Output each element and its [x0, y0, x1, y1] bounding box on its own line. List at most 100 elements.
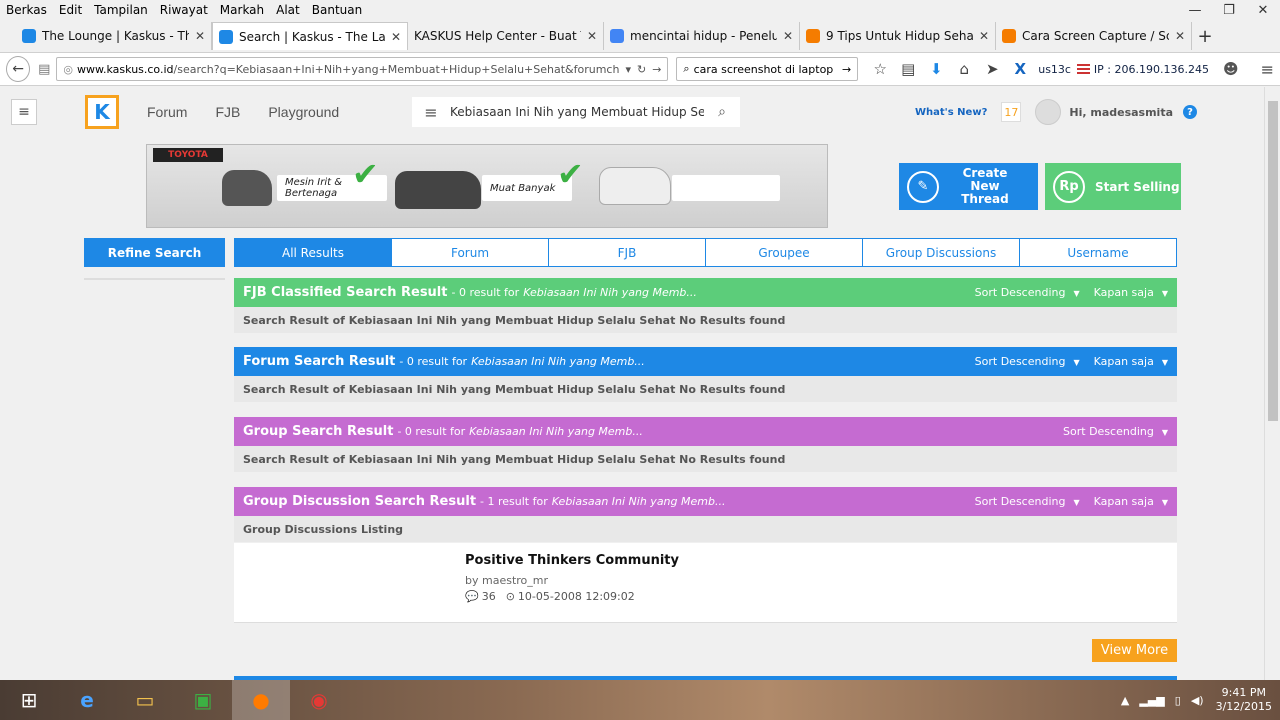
time-dropdown[interactable]: Kapan saja ▼ — [1094, 286, 1168, 299]
close-tab-icon[interactable]: ✕ — [195, 29, 205, 43]
home-icon[interactable]: ⌂ — [950, 60, 978, 78]
menu-bantuan[interactable]: Bantuan — [306, 3, 368, 17]
create-thread-button[interactable]: ✎ Create New Thread — [899, 163, 1038, 210]
tab-forum[interactable]: Forum — [392, 239, 549, 266]
help-icon[interactable]: ? — [1183, 105, 1198, 119]
start-selling-button[interactable]: Rp Start Selling — [1045, 163, 1181, 210]
tray-arrow-icon[interactable]: ▲ — [1121, 694, 1129, 707]
author-link[interactable]: by maestro_mr — [465, 574, 548, 587]
kaskus-search-bar[interactable]: ≡ Kebiasaan Ini Nih yang Membuat Hidup S… — [412, 97, 740, 127]
time-dropdown[interactable]: Kapan saja ▼ — [1094, 355, 1168, 368]
comment-icon: 💬 — [465, 590, 479, 603]
download-icon[interactable]: ⬇ — [922, 60, 950, 78]
browser-tab-active[interactable]: Search | Kaskus - The Large...✕ — [212, 22, 408, 50]
reading-list-icon[interactable]: ▤ — [894, 60, 922, 78]
x-extension-icon[interactable]: X — [1006, 60, 1034, 78]
chrome-icon[interactable]: ◉ — [290, 680, 348, 720]
menu-riwayat[interactable]: Riwayat — [154, 3, 214, 17]
file-explorer-icon[interactable]: ▭ — [116, 680, 174, 720]
avatar[interactable] — [1035, 99, 1062, 125]
clock[interactable]: 9:41 PM 3/12/2015 — [1216, 686, 1272, 714]
user-greeting[interactable]: Hi, madesasmita — [1069, 106, 1173, 119]
close-tab-icon[interactable]: ✕ — [979, 29, 989, 43]
tab-fjb[interactable]: FJB — [549, 239, 706, 266]
menu-icon[interactable]: ≡ — [1261, 60, 1274, 79]
browser-tab[interactable]: Cara Screen Capture / Scre...✕ — [996, 22, 1192, 50]
toyota-logo: TOYOTA — [153, 148, 223, 162]
maximize-button[interactable]: ❐ — [1212, 0, 1246, 20]
globe-icon: ◎ — [63, 62, 74, 76]
blogger-favicon-icon — [1002, 29, 1016, 43]
browser-tab[interactable]: 9 Tips Untuk Hidup Sehat ...✕ — [800, 22, 996, 50]
kaskus-search-input[interactable]: Kebiasaan Ini Nih yang Membuat Hidup Sel… — [450, 105, 704, 119]
menu-markah[interactable]: Markah — [214, 3, 270, 17]
chevron-down-icon: ▼ — [1073, 289, 1080, 298]
tab-group-discussions[interactable]: Group Discussions — [863, 239, 1020, 266]
chevron-down-icon: ▼ — [1073, 498, 1080, 507]
nav-fjb[interactable]: FJB — [215, 104, 240, 120]
go-arrow-icon[interactable]: → — [652, 63, 661, 76]
ip-user: us13c — [1038, 62, 1071, 76]
close-window-button[interactable]: ✕ — [1246, 0, 1280, 20]
firefox-icon[interactable]: ● — [232, 680, 290, 720]
whats-new-link[interactable]: What's New? — [915, 107, 987, 118]
car-image — [599, 167, 671, 205]
minimize-button[interactable]: — — [1178, 0, 1212, 20]
refine-search-button[interactable]: Refine Search — [84, 238, 225, 267]
group-name-link[interactable]: Positive Thinkers Community — [465, 553, 679, 568]
browser-search-input[interactable]: ⌕ cara screenshot di laptop → — [676, 57, 859, 81]
result-count: - 0 result for — [397, 425, 466, 438]
dropdown-arrow-icon[interactable]: ▾ — [625, 63, 631, 76]
close-tab-icon[interactable]: ✕ — [783, 29, 793, 43]
volume-icon[interactable]: ◀) — [1191, 694, 1204, 707]
send-icon[interactable]: ➤ — [978, 60, 1006, 78]
section-header: Group Discussion Search Result - 1 resul… — [234, 487, 1177, 516]
sort-dropdown[interactable]: Sort Descending ▼ — [1063, 425, 1168, 438]
new-tab-button[interactable]: + — [1192, 22, 1218, 50]
smiley-icon[interactable]: ☻ — [1223, 60, 1239, 78]
browser-tab[interactable]: The Lounge | Kaskus - The ...✕ — [16, 22, 212, 50]
sort-dropdown[interactable]: Sort Descending ▼ — [975, 286, 1080, 299]
close-tab-icon[interactable]: ✕ — [391, 30, 401, 44]
sort-dropdown[interactable]: Sort Descending ▼ — [975, 355, 1080, 368]
kaskus-header: ≡ K Forum FJB Playground ≡ Kebiasaan Ini… — [0, 87, 1264, 137]
view-more-button[interactable]: View More — [1092, 639, 1177, 662]
bookmark-star-icon[interactable]: ☆ — [866, 60, 894, 78]
browser-tab[interactable]: mencintai hidup - Penelus...✕ — [604, 22, 800, 50]
toyota-ad-banner[interactable]: TOYOTA Mesin Irit & Bertenaga ✔ Muat Ban… — [146, 144, 828, 228]
tab-all-results[interactable]: All Results — [235, 239, 392, 266]
back-button[interactable]: ← — [6, 56, 31, 82]
tab-groupee[interactable]: Groupee — [706, 239, 863, 266]
browser-tab[interactable]: KASKUS Help Center - Buat Thr...✕ — [408, 22, 604, 50]
browser-nav-bar: ← ▤ ◎ www.kaskus.co.id/search?q=Kebiasaa… — [0, 52, 1280, 86]
identity-icon[interactable]: ▤ — [38, 62, 50, 77]
ip-address: IP : 206.190.136.245 — [1093, 62, 1209, 76]
close-tab-icon[interactable]: ✕ — [1175, 29, 1185, 43]
menu-edit[interactable]: Edit — [53, 3, 88, 17]
search-icon[interactable]: ⌕ — [704, 104, 740, 120]
store-icon[interactable]: ▣ — [174, 680, 232, 720]
menu-alat[interactable]: Alat — [270, 3, 306, 17]
search-query: Kebiasaan Ini Nih yang Memb... — [469, 425, 643, 438]
notification-badge[interactable]: 17 — [1001, 102, 1022, 122]
address-bar[interactable]: ◎ www.kaskus.co.id/search?q=Kebiasaan+In… — [56, 57, 669, 81]
menu-berkas[interactable]: Berkas — [0, 3, 53, 17]
nav-forum[interactable]: Forum — [147, 104, 187, 120]
nav-playground[interactable]: Playground — [268, 104, 339, 120]
sort-dropdown[interactable]: Sort Descending ▼ — [975, 495, 1080, 508]
windows-start-icon[interactable]: ⊞ — [0, 680, 58, 720]
page-scrollbar[interactable] — [1264, 87, 1280, 680]
scrollbar-thumb[interactable] — [1268, 101, 1278, 421]
signal-icon[interactable]: ▂▄▆ — [1139, 694, 1164, 707]
search-category-icon[interactable]: ≡ — [412, 103, 450, 122]
time-dropdown[interactable]: Kapan saja ▼ — [1094, 495, 1168, 508]
menu-tampilan[interactable]: Tampilan — [88, 3, 154, 17]
tab-username[interactable]: Username — [1020, 239, 1176, 266]
internet-explorer-icon[interactable]: e — [58, 680, 116, 720]
close-tab-icon[interactable]: ✕ — [587, 29, 597, 43]
battery-icon[interactable]: ▯ — [1175, 694, 1181, 707]
reload-icon[interactable]: ↻ — [637, 63, 646, 76]
hamburger-menu-button[interactable]: ≡ — [11, 99, 37, 125]
go-arrow-icon[interactable]: → — [842, 63, 851, 76]
kaskus-logo[interactable]: K — [85, 95, 119, 129]
